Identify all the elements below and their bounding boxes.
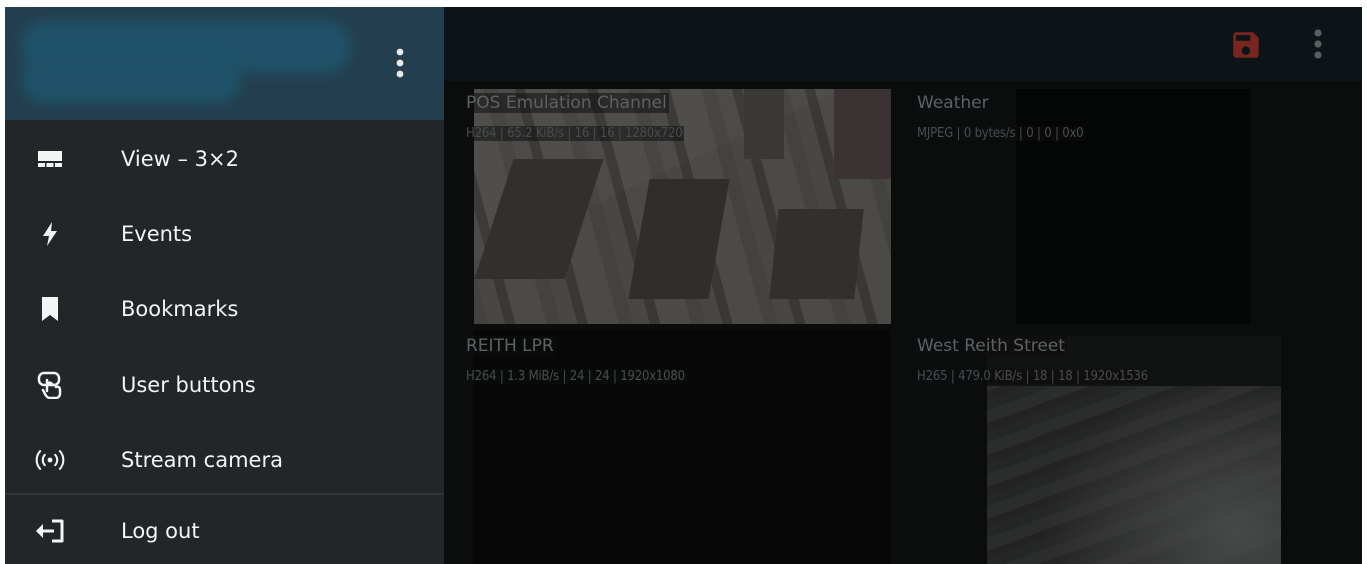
redacted-account-info: [21, 57, 241, 103]
nav-item-events[interactable]: Events: [5, 196, 444, 271]
grid-view-icon: [35, 144, 65, 174]
nav-item-label: User buttons: [121, 372, 256, 397]
nav-item-user-buttons[interactable]: User buttons: [5, 347, 444, 422]
touch-button-icon: [35, 370, 65, 400]
app-window: POS Emulation Channel H264 | 65.2 KiB/s …: [5, 7, 1362, 564]
bookmark-icon: [35, 294, 65, 324]
drawer-scrim[interactable]: [444, 7, 1362, 564]
logout-icon: [35, 516, 65, 546]
nav-item-label: Events: [121, 221, 193, 246]
broadcast-icon: [35, 445, 65, 475]
logout-button[interactable]: Log out: [5, 497, 444, 564]
navigation-drawer: View – 3×2 Events Bookmarks User buttons…: [5, 7, 444, 564]
nav-item-bookmarks[interactable]: Bookmarks: [5, 271, 444, 346]
nav-item-label: View – 3×2: [121, 146, 240, 171]
nav-item-label: Bookmarks: [121, 296, 239, 321]
more-vert-icon: [396, 48, 404, 78]
drawer-divider: [5, 493, 444, 495]
nav-item-label: Stream camera: [121, 447, 283, 472]
nav-item-label: Log out: [121, 519, 200, 543]
lightning-icon: [35, 219, 65, 249]
nav-item-stream-camera[interactable]: Stream camera: [5, 422, 444, 497]
account-menu-button[interactable]: [385, 43, 415, 83]
nav-item-view[interactable]: View – 3×2: [5, 121, 444, 196]
drawer-header: [5, 7, 444, 120]
